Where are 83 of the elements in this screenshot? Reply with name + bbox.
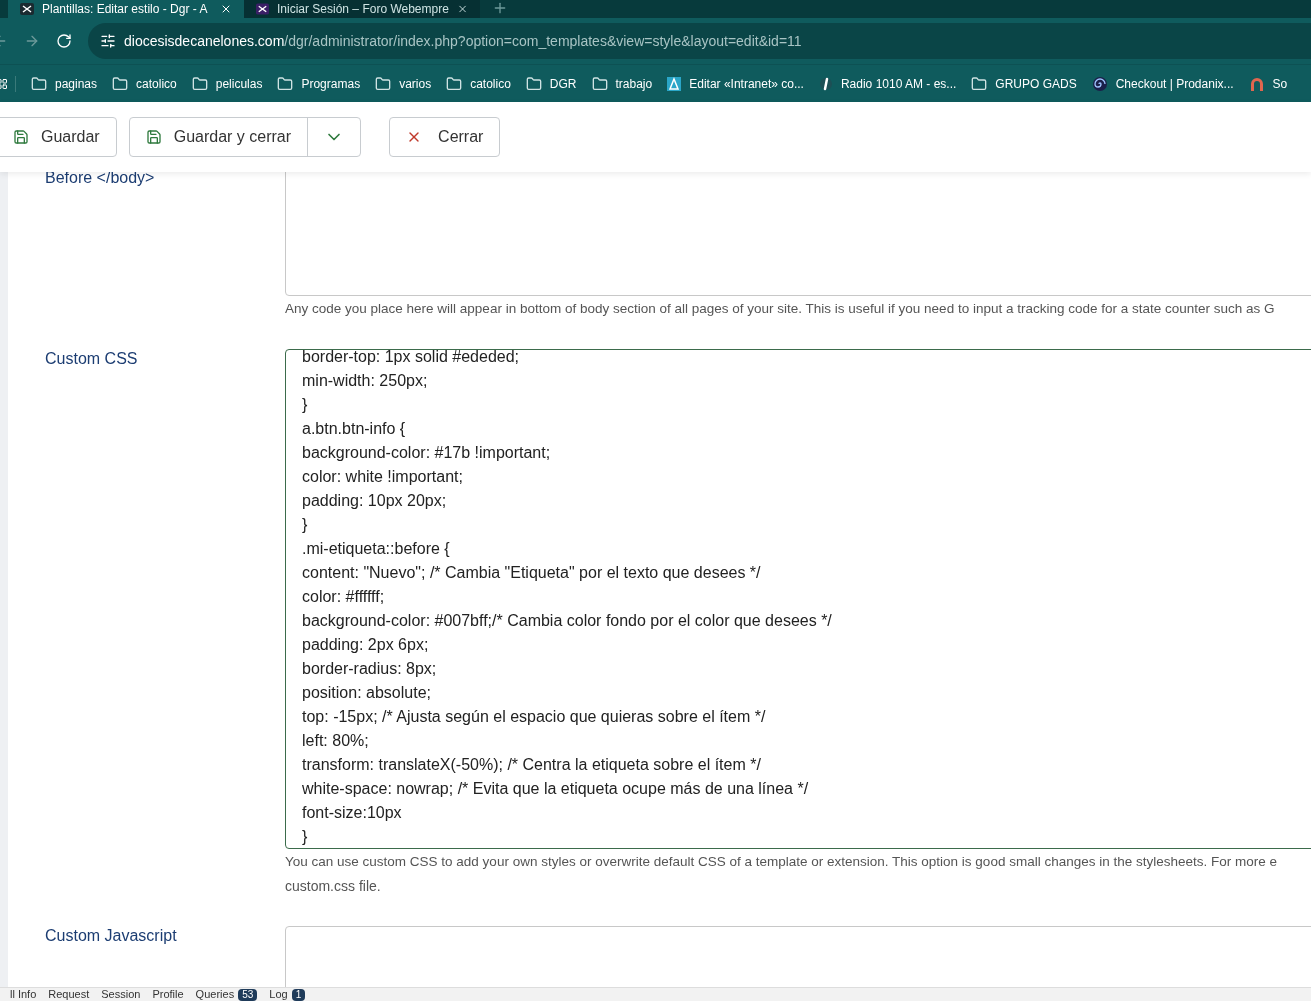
microphone-icon [818,75,833,92]
bookmark[interactable]: trabajo [591,74,653,93]
help-text: custom.css file. [285,877,382,896]
code-editor[interactable] [285,349,1311,849]
triangle-icon [667,76,682,91]
code-line: background-color: #17b !important; [302,443,552,463]
bookmark[interactable]: Radio 1010 AM - es... [818,74,957,93]
save-button[interactable]: Guardar [0,117,117,157]
code-line: color: #ffffff; [302,587,386,607]
save-icon [13,129,29,145]
bookmark[interactable]: Checkout | Prodanix... [1091,74,1234,93]
count-badge: 1 [291,988,306,1001]
folder-icon [277,75,294,92]
folder-icon [112,75,129,92]
folder-icon [446,75,463,92]
close-icon[interactable] [220,3,232,15]
bookmark[interactable]: paginas [31,74,98,93]
tab-title: Iniciar Sesión – Foro Webempre [277,3,449,15]
bookmark[interactable]: Editar «Intranet» co... [667,74,804,93]
code-line: white-space: nowrap; /* Evita que la etiqueta ocupe más de una línea */ [302,779,810,799]
site-icon [256,3,269,15]
site-icon [20,3,34,15]
reload-icon[interactable] [56,33,72,49]
code-line: top: -15px; /* Ajusta según el espacio que quieras sobre el ítem */ [302,707,767,727]
help-text: Any code you place here will appear in bottom of body section of all pages of your site. This is useful if you need to input a tracking code for a state counter such as G [285,300,1276,318]
forward-icon[interactable] [24,33,40,49]
field-label: Custom CSS [45,349,139,369]
code-line: color: white !important; [302,467,464,487]
code-line: min-width: 250px; [302,371,429,391]
debug-tab[interactable]: Session [101,988,141,1001]
code-line: font-size:10px [302,803,403,823]
bookmark[interactable]: DGR [525,74,577,93]
code-line: } [302,395,309,415]
code-line: } [302,827,309,847]
arch-icon [1248,75,1265,92]
folder-icon [971,75,988,92]
field-label: Custom Javascript [45,926,178,946]
apps-icon[interactable] [0,77,8,90]
code-line: border-radius: 8px; [302,659,438,679]
debug-tab[interactable]: Log [269,988,288,1001]
code-line: border-top: 1px solid #ededed; [302,350,521,367]
code-line: content: "Nuevo"; /* Cambia "Etiqueta" por el texto que desees */ [302,563,762,583]
debug-tab[interactable]: Request [48,988,90,1001]
site-settings-icon[interactable] [100,33,116,49]
bookmark[interactable]: peliculas [191,74,263,93]
bookmark[interactable]: GRUPO GADS [971,74,1077,93]
bookmark[interactable]: catolico [446,74,511,93]
bookmark[interactable]: Programas [277,74,361,93]
help-text: You can use custom CSS to add your own styles or overwrite default CSS of a template or extension. This option is good small changes in the stylesheets. For more e [285,853,1278,871]
browser-tab[interactable]: Iniciar Sesión – Foro Webempre [244,0,480,18]
save-close-button[interactable]: Guardar y cerrar [129,118,309,156]
folder-icon [31,75,47,92]
code-line: background-color: #007bff;/* Cambia color fondo por el color que desees */ [302,611,833,631]
code-line: .mi-etiqueta::before { [302,539,451,559]
bookmark[interactable]: varios [375,74,432,93]
debug-tab[interactable]: Queries [195,988,235,1001]
count-badge: 53 [238,988,258,1001]
close-icon[interactable] [456,3,468,15]
folder-icon [591,75,608,92]
close-button[interactable]: Cerrar [389,117,501,157]
address-bar[interactable]: diocesisdecanelones.com/dgr/administrator/index.php?option=com_templates&view=style&layout=edit&id=11 [88,23,1311,59]
tab-title: Plantillas: Editar estilo - Dgr - A [42,3,209,15]
save-icon [145,129,162,145]
code-line: padding: 10px 20px; [302,491,448,511]
new-tab-icon[interactable] [492,0,508,16]
debug-tab[interactable]: ll Info [10,988,37,1001]
swirl-icon [1091,75,1108,92]
bookmark[interactable]: catolico [112,74,177,93]
folder-icon [375,75,392,92]
debug-tab[interactable]: Profile [152,988,184,1001]
url-host: diocesisdecanelones.com/dgr/administrator/index.php?option=com_templates&view=style&layout=edit&id=11 [124,31,802,51]
code-line: } [302,515,309,535]
folder-icon [525,75,542,92]
code-line: position: absolute; [302,683,432,703]
code-line: padding: 2px 6px; [302,635,430,655]
code-line: a.btn.btn-info { [302,419,407,439]
browser-tab[interactable]: Plantillas: Editar estilo - Dgr - A [8,0,244,18]
folder-icon [191,75,208,92]
code-line: transform: translateX(-50%); /* Centra la etiqueta sobre el ítem */ [302,755,762,775]
field-label: Before </body> [45,172,156,188]
bookmark[interactable]: So [1248,74,1288,93]
url-path: /dgr/administrator/index.php?option=com_templates&view=style&layout=edit&id=11 [284,32,802,49]
code-line: left: 80%; [302,731,370,751]
